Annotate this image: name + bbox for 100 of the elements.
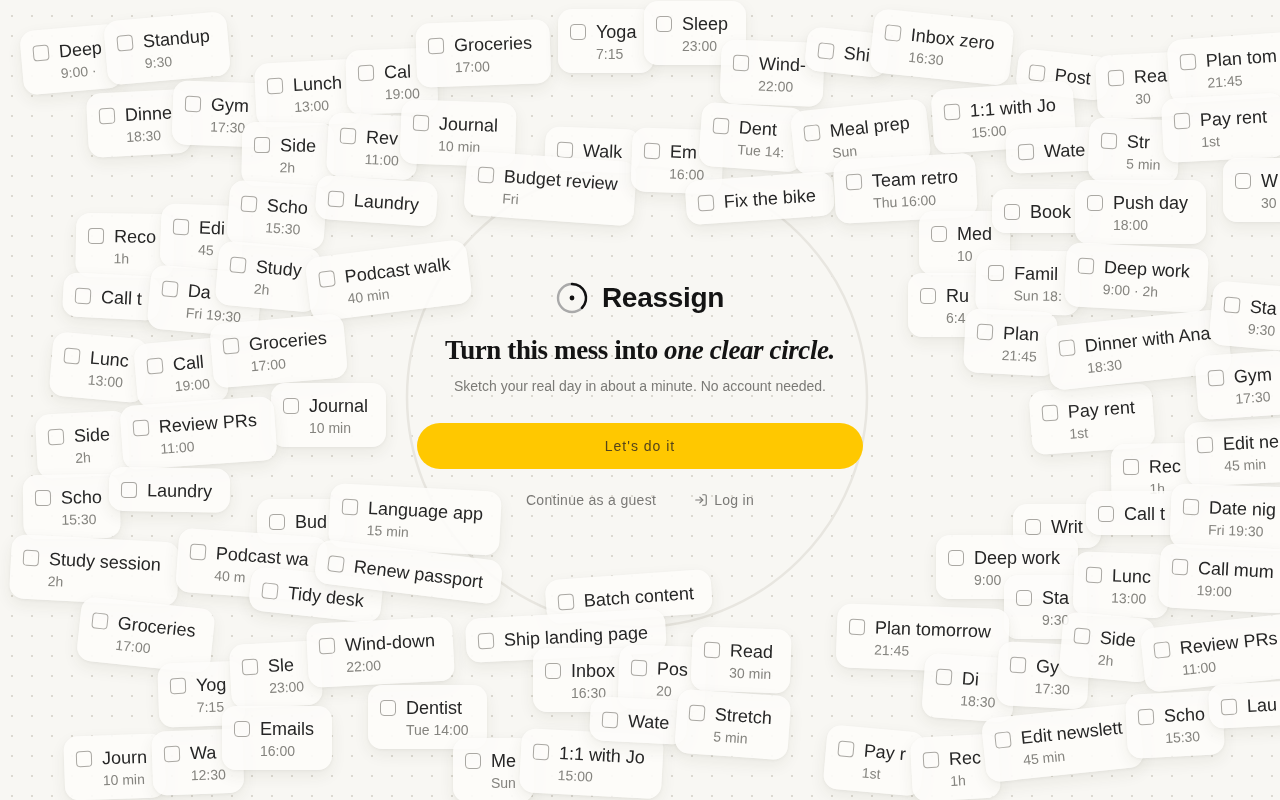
task-title: Call mum [1197, 556, 1275, 583]
task-title: Wate [1043, 138, 1086, 163]
task-title: Plan tom [1205, 44, 1278, 72]
task-detail: 17:30 [1034, 678, 1071, 699]
task-title: Fix the bike [723, 184, 817, 213]
task-title: Laundry [353, 189, 420, 216]
task-title: Ru [946, 285, 969, 307]
task-detail: 19:00 [384, 84, 421, 104]
checkbox[interactable] [34, 489, 52, 507]
task-detail: 11:00 [159, 437, 196, 458]
task-detail: 20 [655, 681, 674, 701]
checkbox[interactable] [948, 550, 964, 566]
checkbox[interactable] [545, 663, 561, 679]
task-title: Stretch [714, 703, 773, 730]
checkbox[interactable] [1004, 204, 1020, 220]
checkbox[interactable] [1196, 436, 1214, 454]
task-title: Deep work [974, 547, 1061, 569]
task-title: Str [1126, 130, 1152, 154]
start-button[interactable]: Let's do it [417, 423, 863, 469]
task-title: Emails [260, 718, 314, 740]
task-title: Wa [189, 741, 218, 765]
checkbox[interactable] [234, 721, 250, 737]
task-title: Plan tomorrow [874, 616, 992, 643]
guest-link[interactable]: Continue as a guest [525, 490, 657, 510]
task-detail: 17:30 [209, 117, 247, 137]
task-detail: 15:30 [61, 510, 98, 529]
task-title: Groceries [247, 326, 328, 356]
task-detail: 15:30 [264, 218, 302, 240]
task-detail: Thu 16:00 [872, 190, 938, 212]
checkbox[interactable] [931, 226, 947, 242]
task-title: Study [254, 255, 303, 282]
task-title: Lunc [88, 346, 130, 372]
task-detail: Tue 14:00 [406, 721, 469, 739]
task-title: Post [1053, 63, 1092, 90]
checkbox[interactable] [1235, 173, 1251, 189]
task-detail: 21:45 [873, 640, 911, 661]
task-title: Di [961, 667, 981, 692]
task-detail: Fri 19:30 [185, 303, 242, 327]
task-detail: 22:00 [757, 76, 795, 97]
task-detail: 45 [197, 240, 216, 260]
task-detail: 9:30 [144, 52, 174, 73]
task-title: Rea [1133, 64, 1168, 89]
task-detail: 13:00 [293, 96, 331, 116]
task-detail: 2h [279, 158, 297, 177]
checkbox[interactable] [120, 481, 138, 499]
checkbox[interactable] [570, 24, 586, 40]
task-detail: Fri 19:30 [1207, 520, 1265, 541]
task-detail: 21:45 [1206, 71, 1244, 92]
task-title: Pos [656, 657, 689, 681]
checkbox[interactable] [1087, 195, 1103, 211]
task-title: Laundry [146, 479, 213, 503]
task-title: Side [73, 423, 111, 448]
checkbox[interactable] [269, 514, 285, 530]
subheadline: Sketch your real day in about a minute. No account needed. [454, 377, 826, 396]
checkbox[interactable] [1098, 506, 1114, 522]
task-title: Read [729, 639, 774, 664]
task-title: Groceries [453, 31, 533, 57]
task-title: Sleep [682, 13, 729, 35]
task-detail: 16:00 [260, 742, 297, 760]
task-title: Sta [1042, 587, 1070, 609]
checkbox[interactable] [987, 264, 1005, 282]
checkbox[interactable] [87, 227, 105, 245]
checkbox[interactable] [240, 195, 258, 213]
checkbox[interactable] [1016, 590, 1032, 606]
task-detail: 23:00 [268, 677, 305, 697]
task-title: Call t [100, 285, 143, 311]
checkbox[interactable] [253, 136, 271, 154]
checkbox[interactable] [380, 700, 396, 716]
task-detail: 10 [957, 247, 974, 265]
task-title: Deep [57, 36, 103, 63]
task-title: Push day [1113, 192, 1189, 214]
task-title: Wate [627, 709, 670, 735]
task-title: Plan [1002, 321, 1040, 346]
task-title: Date nig [1208, 496, 1277, 521]
task-title: Book [1030, 201, 1072, 223]
task-title: Gym [1233, 363, 1273, 388]
checkbox[interactable] [1122, 458, 1140, 476]
task-detail: 30 min [728, 663, 773, 684]
task-detail: 7:15 [596, 45, 625, 63]
task-title: Bud [295, 511, 328, 533]
task-title: Scho [60, 485, 103, 509]
task-detail: 23:00 [682, 37, 719, 55]
login-link[interactable]: Log in [694, 490, 755, 510]
login-icon [694, 493, 709, 507]
task-detail: 2h [253, 280, 272, 300]
task-title: Edi [198, 216, 226, 240]
checkbox[interactable] [283, 398, 299, 414]
checkbox[interactable] [920, 288, 936, 304]
task-title: Em [669, 140, 699, 164]
task-title: Gym [210, 93, 250, 117]
task-detail: 11:00 [1181, 657, 1218, 679]
checkbox[interactable] [656, 16, 672, 32]
task-detail: 13:00 [1110, 588, 1148, 608]
task-title: Team retro [871, 165, 959, 193]
task-title: Ship landing page [503, 621, 649, 652]
task-detail: 15:00 [970, 121, 1008, 142]
checkbox[interactable] [465, 753, 481, 769]
task-title: Review PRs [1178, 626, 1279, 660]
task-detail: 12:30 [190, 765, 227, 785]
task-title: Sta [1248, 295, 1279, 320]
